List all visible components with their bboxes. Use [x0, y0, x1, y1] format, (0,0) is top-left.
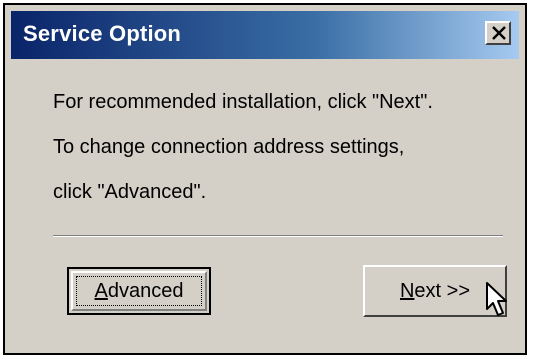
message-line-2: To change connection address settings,: [53, 136, 405, 158]
service-option-dialog: Service Option For recommended installat…: [3, 3, 527, 355]
dialog-title: Service Option: [23, 21, 182, 46]
close-icon: [492, 26, 506, 40]
close-button[interactable]: [485, 21, 511, 45]
advanced-button-label: Advanced: [94, 279, 184, 302]
message-line-1: For recommended installation, click "Nex…: [53, 91, 433, 113]
advanced-button[interactable]: Advanced: [67, 267, 211, 315]
title-bar: Service Option: [11, 11, 519, 59]
message-line-3: click "Advanced".: [53, 181, 207, 203]
mouse-pointer-icon: [486, 282, 507, 316]
separator: [53, 235, 503, 237]
next-button-label: Next >>: [399, 279, 471, 302]
